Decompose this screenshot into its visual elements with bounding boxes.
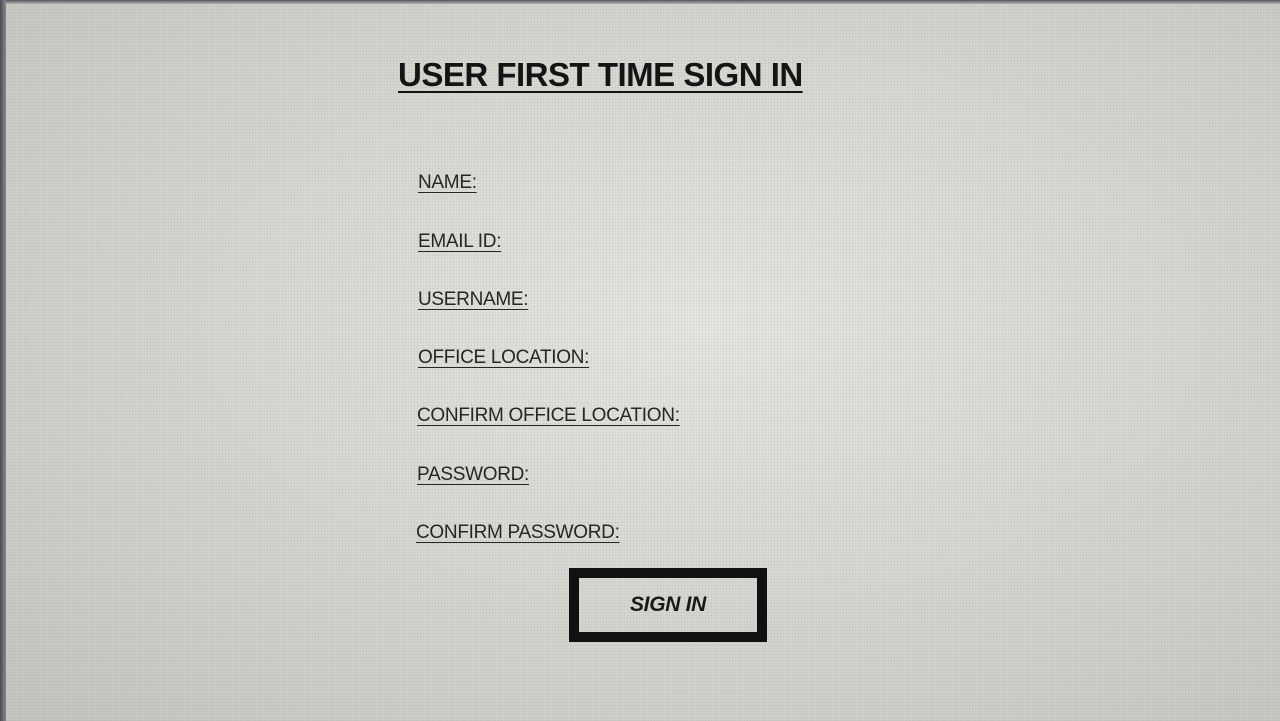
- password-field-label[interactable]: PASSWORD:: [417, 464, 529, 486]
- monitor-bezel-left: [0, 0, 6, 721]
- email-id-field-label[interactable]: EMAIL ID:: [418, 231, 501, 253]
- name-field-label[interactable]: NAME:: [418, 172, 477, 194]
- confirm-password-field-label[interactable]: CONFIRM PASSWORD:: [416, 522, 620, 544]
- username-field-label[interactable]: USERNAME:: [418, 289, 529, 311]
- page-title: USER FIRST TIME SIGN IN: [398, 56, 803, 93]
- confirm-office-location-field-label[interactable]: CONFIRM OFFICE LOCATION:: [417, 405, 680, 427]
- office-location-field-label[interactable]: OFFICE LOCATION:: [418, 347, 589, 369]
- monitor-bezel-top: [0, 0, 1280, 4]
- sign-in-button-label: SIGN IN: [629, 593, 707, 616]
- sign-in-button[interactable]: SIGN IN: [569, 568, 767, 642]
